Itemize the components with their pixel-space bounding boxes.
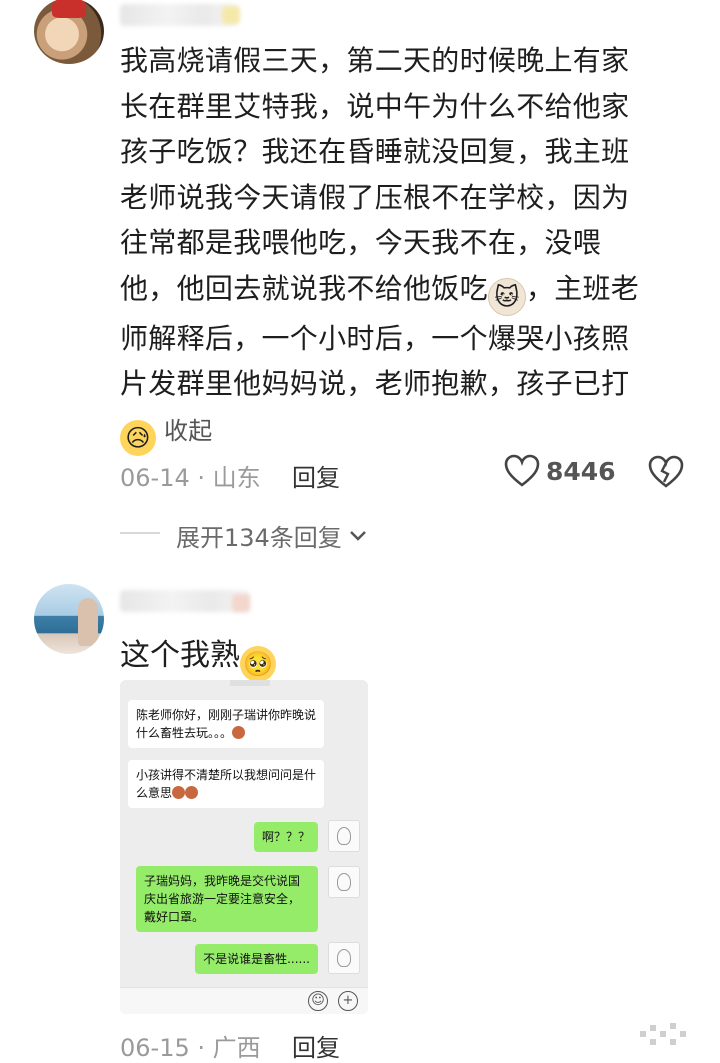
reply-button[interactable]: 回复 [292, 458, 340, 493]
like-button[interactable]: 8446 [504, 454, 616, 488]
plus-icon: + [338, 991, 358, 1011]
user-avatar[interactable] [34, 584, 104, 654]
comment-line: 师解释后，一个小时后，一个爆哭小孩照 [120, 321, 630, 355]
username-blurred[interactable] [120, 590, 250, 612]
heart-icon [504, 454, 540, 487]
chat-avatar [328, 820, 360, 852]
chat-avatar [328, 866, 360, 898]
comment-line: 长在群里艾特我，说中午为什么不给他家 [120, 89, 630, 123]
cat-emoji-icon: 🐱 [487, 277, 526, 316]
face-emoji-icon [185, 786, 199, 799]
face-emoji-icon [232, 726, 246, 739]
comment-text: 这个我熟 🥺 [120, 630, 276, 682]
comment-meta: 06-14 · 山东 [120, 464, 261, 492]
crying-emoji-icon: 😥 [120, 419, 156, 456]
emoji-icon: ☺ [308, 991, 328, 1011]
chat-bubble-right: 子瑞妈妈，我昨晚是交代说国庆出省旅游一定要注意安全，戴好口罩。 [136, 866, 318, 932]
watermark-logo [640, 1011, 690, 1049]
chat-screenshot-image[interactable]: 陈老师你好，刚刚子瑞讲你昨晚说什么畜牲去玩。。。 小孩讲得不清楚所以我想问问是什… [120, 680, 368, 1014]
user-badge [222, 6, 240, 24]
chat-bubble-right: 不是说谁是畜牲...... [195, 944, 318, 974]
dislike-broken-heart-icon[interactable] [648, 455, 684, 489]
user-avatar[interactable] [34, 0, 104, 64]
chevron-down-icon [349, 530, 366, 541]
expand-replies-link[interactable]: 展开134条回复 [176, 518, 368, 553]
chat-bubble-left: 陈老师你好，刚刚子瑞讲你昨晚说什么畜牲去玩。。。 [128, 700, 324, 748]
comment-line: 片发群里他妈妈说，老师抱歉，孩子已打 [120, 367, 630, 400]
like-count: 8446 [546, 456, 616, 486]
reply-button[interactable]: 回复 [292, 1028, 340, 1063]
comment-line: 😥 收起 [120, 407, 680, 456]
chat-bubble-right: 啊？？？ [253, 822, 318, 852]
comment-line: 老师说我今天请假了压根不在学校，因为 [120, 180, 630, 214]
user-badge [232, 594, 250, 612]
pleading-emoji-icon: 🥺 [240, 646, 276, 682]
comment-line: 我高烧请假三天，第二天的时候晚上有家 [120, 44, 630, 77]
comment-line: 往常都是我喂他吃，今天我不在，没喂 [120, 226, 602, 259]
face-emoji-icon [172, 786, 186, 799]
collapse-link[interactable]: 收起 [164, 417, 213, 445]
comment-line: 孩子吃饭？我还在昏睡就没回复，我主班 [120, 135, 630, 168]
username-blurred[interactable] [120, 4, 238, 26]
chat-avatar [328, 942, 360, 974]
comment-meta: 06-15 · 广西 [120, 1034, 261, 1062]
chat-bubble-left: 小孩讲得不清楚所以我想问问是什么意思 [128, 760, 324, 808]
divider [120, 532, 160, 534]
chat-input-bar [120, 987, 368, 1014]
comment-line: 他，他回去就说我不给他饭吃 🐱 ，主班老 [120, 266, 680, 316]
comment-text: 我高烧请假三天，第二天的时候晚上有家 长在群里艾特我，说中午为什么不给他家 孩子… [120, 38, 680, 456]
